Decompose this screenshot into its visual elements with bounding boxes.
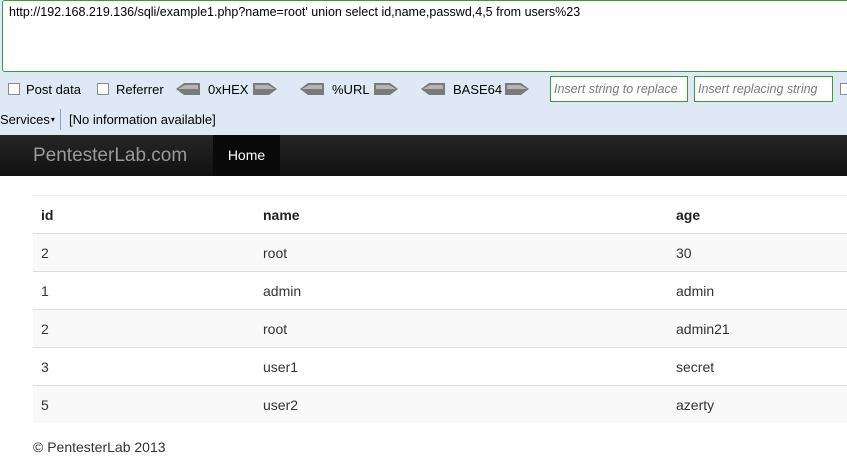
cell-name: root <box>255 309 668 348</box>
replacing-string-input[interactable]: Insert replacing string <box>694 76 833 102</box>
services-menu[interactable]: Services▾ <box>0 112 55 127</box>
table-header-row: id name age <box>33 195 847 234</box>
column-header-id: id <box>33 195 255 234</box>
results-table: id name age 2 root 30 1 admin admin 2 ro… <box>33 195 847 423</box>
base64-label: BASE64 <box>453 82 503 97</box>
cell-name: user2 <box>255 385 668 423</box>
cell-age: admin21 <box>668 309 847 348</box>
hex-decode-arrow-icon[interactable] <box>176 82 200 96</box>
cell-id: 5 <box>33 385 255 423</box>
url-decode-arrow-icon[interactable] <box>300 82 324 96</box>
status-row: Services▾ [No information available] <box>0 108 847 132</box>
cell-age: azerty <box>668 385 847 423</box>
table-row: 2 root 30 <box>33 233 847 272</box>
hackbar-panel: http://192.168.219.136/sqli/example1.php… <box>0 0 847 135</box>
replace-string-input[interactable]: Insert string to replace <box>550 76 688 102</box>
status-separator <box>60 109 61 130</box>
cell-id: 1 <box>33 271 255 310</box>
table-row: 5 user2 azerty <box>33 385 847 423</box>
url-input[interactable]: http://192.168.219.136/sqli/example1.php… <box>2 0 847 72</box>
cell-age: admin <box>668 271 847 310</box>
hex-encode-arrow-icon[interactable] <box>253 82 277 96</box>
cell-name: root <box>255 233 668 272</box>
column-header-age: age <box>668 195 847 234</box>
table-row: 1 admin admin <box>33 271 847 310</box>
referrer-checkbox[interactable] <box>97 83 109 95</box>
brand-link[interactable]: PentesterLab.com <box>33 145 187 167</box>
post-data-checkbox[interactable] <box>8 83 20 95</box>
referrer-label: Referrer <box>116 82 164 97</box>
cell-age: secret <box>668 347 847 386</box>
cell-id: 2 <box>33 233 255 272</box>
services-label: Services <box>0 112 50 127</box>
footer-copyright: © PentesterLab 2013 <box>33 439 166 455</box>
base64-decode-arrow-icon[interactable] <box>421 82 445 96</box>
site-navbar: PentesterLab.com Home <box>0 135 847 176</box>
column-header-name: name <box>255 195 668 234</box>
post-data-label: Post data <box>26 82 81 97</box>
table-row: 3 user1 secret <box>33 347 847 386</box>
info-text: [No information available] <box>69 112 216 127</box>
cell-name: admin <box>255 271 668 310</box>
cell-id: 3 <box>33 347 255 386</box>
url-encode-arrow-icon[interactable] <box>374 82 398 96</box>
url-label: %URL <box>332 82 370 97</box>
nav-home-link[interactable]: Home <box>213 135 280 176</box>
cell-name: user1 <box>255 347 668 386</box>
dropdown-caret-icon: ▾ <box>50 115 55 124</box>
base64-encode-arrow-icon[interactable] <box>505 82 529 96</box>
cell-age: 30 <box>668 233 847 272</box>
cell-id: 2 <box>33 309 255 348</box>
hex-label: 0xHEX <box>208 82 249 97</box>
table-row: 2 root admin21 <box>33 309 847 348</box>
replace-all-checkbox[interactable] <box>840 83 847 95</box>
